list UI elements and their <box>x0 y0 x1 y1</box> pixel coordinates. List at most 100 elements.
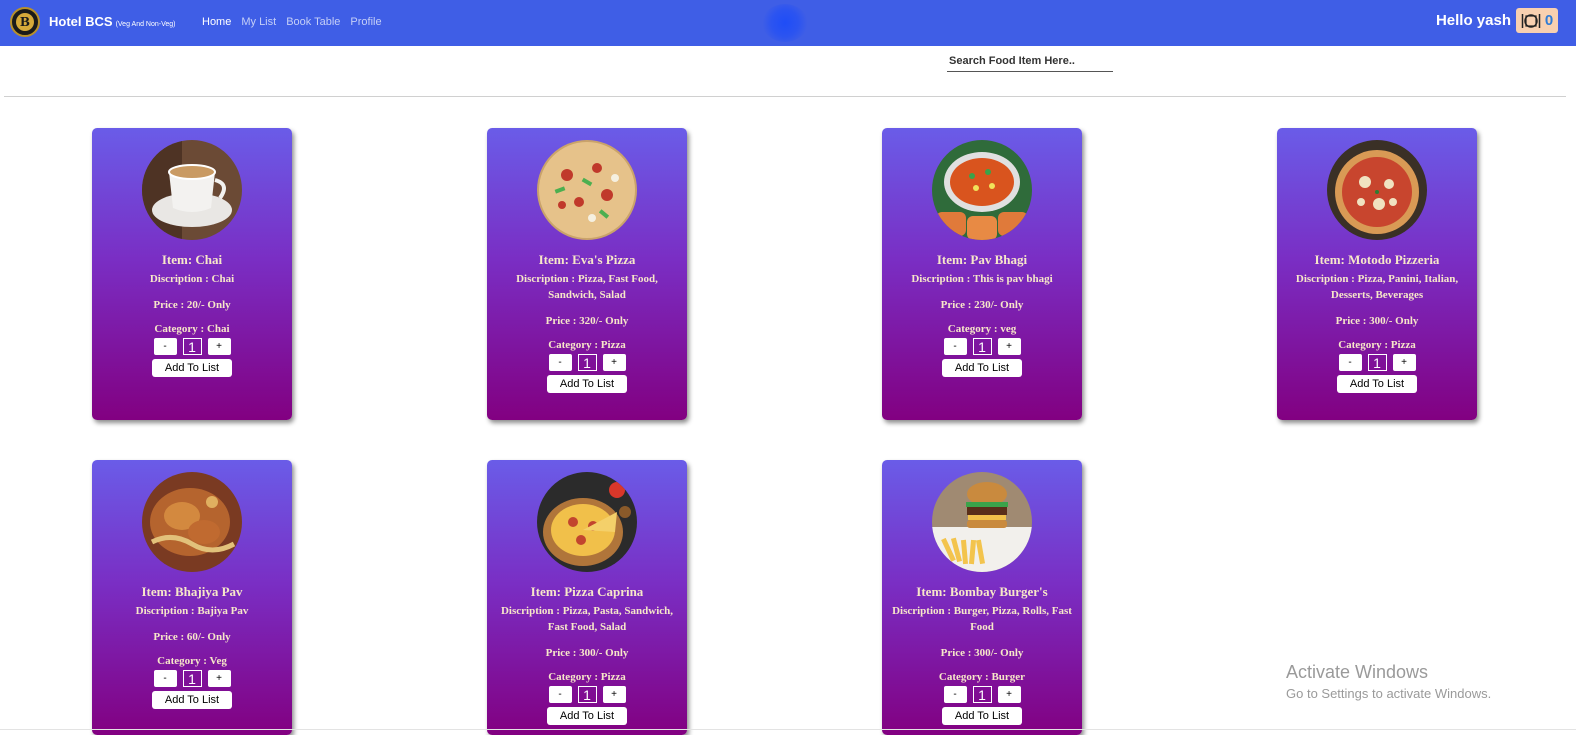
increase-button[interactable]: + <box>207 670 231 687</box>
nav-link-home[interactable]: Home <box>202 16 231 28</box>
food-image-pav-bhagi <box>932 140 1032 240</box>
add-to-list-button[interactable]: Add To List <box>547 375 627 393</box>
increase-button[interactable]: + <box>997 686 1021 703</box>
item-title: Item: Bhajiya Pav <box>141 584 243 599</box>
food-image-bombay-burgers <box>932 472 1032 572</box>
item-title: Item: Pizza Caprina <box>530 584 644 599</box>
item-title: Item: Eva's Pizza <box>538 252 636 267</box>
quantity-stepper: - 1 + <box>882 337 1082 356</box>
decrease-button[interactable]: - <box>153 670 177 687</box>
divider <box>4 96 1566 97</box>
watermark-subtitle: Go to Settings to activate Windows. <box>1286 686 1492 701</box>
food-card: Item: Chai Discription : Chai Price : 20… <box>92 128 292 420</box>
food-card: Item: Eva's Pizza Discription : Pizza, F… <box>487 128 687 420</box>
watermark-title: Activate Windows <box>1286 662 1429 682</box>
item-category: Category : Chai <box>154 323 230 335</box>
hotel-logo[interactable]: B <box>10 7 40 37</box>
dining-icon <box>1521 13 1541 28</box>
item-description: Discription : Bajiya Pav <box>135 605 249 617</box>
item-title: Item: Pav Bhagi <box>936 252 1028 267</box>
quantity-stepper: - 1 + <box>92 337 292 356</box>
decrease-button[interactable]: - <box>943 338 967 355</box>
logo-letter: B <box>16 13 34 31</box>
increase-button[interactable]: + <box>602 686 626 703</box>
item-description: Discription : Pizza, Pasta, Sandwich, Fa… <box>500 605 674 633</box>
quantity-value: 1 <box>972 686 992 703</box>
brand-title: Hotel BCS <box>49 14 113 29</box>
food-image-motodo-pizzeria <box>1327 140 1427 240</box>
item-description: Discription : Chai <box>149 273 235 285</box>
food-image-evas-pizza <box>537 140 637 240</box>
item-description: Discription : This is pav bhagi <box>911 273 1053 285</box>
quantity-value: 1 <box>182 670 202 687</box>
cart-count: 0 <box>1544 12 1554 29</box>
decrease-button[interactable]: - <box>1338 354 1362 371</box>
food-image-chai <box>142 140 242 240</box>
food-card: Item: Motodo Pizzeria Discription : Pizz… <box>1277 128 1477 420</box>
item-price: Price : 230/- Only <box>940 299 1024 311</box>
item-category: Category : Pizza <box>548 671 626 683</box>
quantity-stepper: - 1 + <box>92 669 292 688</box>
item-category: Category : Burger <box>938 671 1026 683</box>
item-category: Category : Pizza <box>1338 339 1416 351</box>
add-to-list-button[interactable]: Add To List <box>152 691 232 709</box>
decrease-button[interactable]: - <box>548 354 572 371</box>
item-title: Item: Motodo Pizzeria <box>1314 252 1440 267</box>
food-image-pizza-caprina <box>537 472 637 572</box>
decrease-button[interactable]: - <box>153 338 177 355</box>
item-category: Category : Veg <box>157 655 227 667</box>
quantity-value: 1 <box>972 338 992 355</box>
item-category: Category : veg <box>947 323 1017 335</box>
bottom-divider <box>0 729 1576 730</box>
food-card: Item: Bhajiya Pav Discription : Bajiya P… <box>92 460 292 735</box>
search-bar <box>947 51 1117 72</box>
increase-button[interactable]: + <box>602 354 626 371</box>
item-price: Price : 300/- Only <box>1335 315 1419 327</box>
item-price: Price : 60/- Only <box>153 631 231 643</box>
item-title: Item: Chai <box>161 252 223 267</box>
increase-button[interactable]: + <box>207 338 231 355</box>
nav-links: Home My List Book Table Profile <box>202 16 382 28</box>
food-card: Item: Bombay Burger's Discription : Burg… <box>882 460 1082 735</box>
add-to-list-button[interactable]: Add To List <box>942 359 1022 377</box>
item-price: Price : 300/- Only <box>545 647 629 659</box>
quantity-value: 1 <box>577 686 597 703</box>
quantity-stepper: - 1 + <box>1277 353 1477 372</box>
nav-link-book-table[interactable]: Book Table <box>286 16 340 28</box>
add-to-list-button[interactable]: Add To List <box>1337 375 1417 393</box>
quantity-stepper: - 1 + <box>487 353 687 372</box>
cart-button[interactable]: 0 <box>1516 8 1558 33</box>
item-description: Discription : Burger, Pizza, Rolls, Fast… <box>892 605 1072 633</box>
add-to-list-button[interactable]: Add To List <box>152 359 232 377</box>
decrease-button[interactable]: - <box>548 686 572 703</box>
search-input[interactable] <box>947 51 1117 71</box>
greeting: Hello yash <box>1435 12 1511 29</box>
item-price: Price : 320/- Only <box>545 315 629 327</box>
increase-button[interactable]: + <box>997 338 1021 355</box>
add-to-list-button[interactable]: Add To List <box>942 707 1022 725</box>
item-description: Discription : Pizza, Panini, Italian, De… <box>1295 273 1459 301</box>
quantity-value: 1 <box>577 354 597 371</box>
quantity-stepper: - 1 + <box>882 685 1082 704</box>
item-title: Item: Bombay Burger's <box>916 584 1048 599</box>
item-description: Discription : Pizza, Fast Food, Sandwich… <box>516 273 658 301</box>
quantity-value: 1 <box>1367 354 1387 371</box>
food-card: Item: Pizza Caprina Discription : Pizza,… <box>487 460 687 735</box>
food-image-bhajiya-pav <box>142 472 242 572</box>
windows-activation-watermark: Activate Windows Go to Settings to activ… <box>1286 662 1491 701</box>
item-category: Category : Pizza <box>548 339 626 351</box>
quantity-value: 1 <box>182 338 202 355</box>
quantity-stepper: - 1 + <box>487 685 687 704</box>
food-card: Item: Pav Bhagi Discription : This is pa… <box>882 128 1082 420</box>
brand-subtitle: (Veg And Non-Veg) <box>115 21 176 28</box>
decrease-button[interactable]: - <box>943 686 967 703</box>
navbar: B Hotel BCS (Veg And Non-Veg) Home My Lis… <box>0 0 1576 46</box>
nav-highlight <box>762 4 808 42</box>
increase-button[interactable]: + <box>1392 354 1416 371</box>
item-price: Price : 300/- Only <box>940 647 1024 659</box>
nav-link-my-list[interactable]: My List <box>241 16 276 28</box>
item-price: Price : 20/- Only <box>153 299 231 311</box>
add-to-list-button[interactable]: Add To List <box>547 707 627 725</box>
nav-link-profile[interactable]: Profile <box>350 16 381 28</box>
brand-name[interactable]: Hotel BCS (Veg And Non-Veg) <box>49 14 176 29</box>
